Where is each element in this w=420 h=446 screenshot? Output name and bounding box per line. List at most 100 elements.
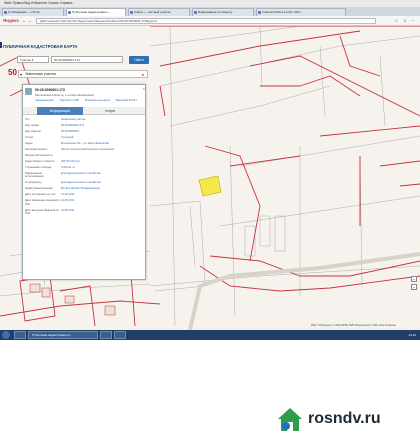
card-link[interactable]: Уведомления (35, 98, 54, 102)
tab-information[interactable]: Информация (37, 107, 83, 115)
attribute-value: 50:26:0060601 (61, 130, 79, 133)
start-button[interactable] (2, 331, 10, 339)
browser-logo[interactable]: Яндекс (3, 18, 19, 23)
card-cadastral-number: 50:26:0060601:173 (35, 88, 65, 92)
nav-arrows-icon[interactable]: ← → (22, 18, 32, 23)
attribute-value: Беляев Михаил Владимирович (61, 187, 100, 191)
close-icon[interactable]: × (143, 86, 145, 91)
search-type-select[interactable]: Участки ▾ (17, 56, 49, 63)
attribute-value: Для ведения дачного хозяйства (61, 181, 101, 185)
attribute-key: Дата постановки на учет (25, 193, 56, 197)
attribute-row: Категория земель Земли сельскохозяйственн… (25, 148, 145, 151)
attribute-row: Кад. квартал 50:26:0060601 (25, 130, 145, 133)
attribute-value: Московская обл., р-н Наро-Фоминский (61, 142, 110, 145)
menu-text[interactable]: Файл Правка Вид Избранное Сервис Справка (4, 1, 72, 5)
attribute-key: Кадастровый инженер (25, 187, 54, 191)
taskbar-item-browser[interactable]: Публичная кадастровая пр... (28, 331, 98, 339)
parcel-info-card: 50:26:0060601:173 Московская область, р-… (22, 84, 146, 280)
tab-services[interactable]: Услуги (87, 107, 133, 115)
results-panel-header[interactable]: ▾ Земельные участки ● (18, 70, 148, 78)
attribute-row: Дата постановки на учет 12.09.2011 (25, 193, 145, 196)
attribute-key: Кадастровая стоимость (25, 160, 55, 163)
attribute-row: Кадастровый инженер Беляев Михаил Владими… (25, 187, 145, 190)
browser-tab-bar: (1) Входящие — Почта Публичная кадастров… (0, 7, 420, 16)
browser-menu-bar: Файл Правка Вид Избранное Сервис Справка (0, 0, 420, 7)
browser-tab-active[interactable]: Публичная кадастровая к... (66, 8, 126, 16)
card-link[interactable]: Перейти к МБ (60, 98, 79, 102)
panel-header-label: Земельные участки (25, 72, 56, 76)
chevron-down-icon[interactable]: ▾ (20, 71, 22, 78)
attribute-row: Разрешенное использование Для ведения дач… (25, 172, 145, 179)
attribute-key: Разрешенное использование (25, 172, 44, 179)
attribute-key: Кад. квартал (25, 130, 41, 133)
zoom-control: + − (411, 276, 417, 316)
attribute-value: 6 000 кв. м (61, 166, 75, 169)
search-button[interactable]: Найти (129, 56, 149, 64)
favicon-icon (130, 11, 133, 14)
attribute-row: Статус Учтенный (25, 136, 145, 139)
attribute-row: по документу Для ведения дачного хозяйств… (25, 181, 145, 184)
card-link[interactable]: Показать на карте (85, 98, 110, 102)
pin-icon[interactable]: ● (142, 71, 144, 78)
favicon-icon (68, 11, 71, 14)
attribute-value: Учтенный (61, 136, 74, 139)
selected-parcel[interactable] (198, 175, 222, 197)
zoom-out-button[interactable]: − (411, 284, 417, 290)
browser-tab[interactable]: Сайты — частный участок (128, 8, 190, 16)
attribute-value: 12.09.2011 (61, 199, 75, 203)
attribute-key: Дата выгрузки сведений из ГКН (25, 208, 59, 216)
attribute-value: 50:26:0060601:173 (61, 124, 85, 127)
url-input[interactable]: pkk5.rosreestr.ru/#x=&y=&z=&app=search&o… (36, 18, 376, 24)
clock: 14:42 (408, 333, 416, 337)
attribute-row: Тип Земельный участок (25, 118, 145, 121)
favicon-icon (194, 11, 197, 14)
card-link[interactable]: Выписка ЕГРН (116, 98, 137, 102)
attribute-row: Дата выгрузки сведений из ГКН 12.09.2011 (25, 209, 145, 216)
map-quarter-label: 50 (8, 68, 17, 77)
card-tabs: Информация Услуги (23, 107, 145, 115)
browser-toolbar-icons[interactable]: ☆ ≡ – (394, 18, 416, 24)
pkk-logo-icon (0, 42, 2, 48)
screenshot: Файл Правка Вид Избранное Сервис Справка… (0, 0, 420, 340)
attribute-row: Форма собственности (25, 154, 145, 157)
attribute-row: Кад. номер 50:26:0060601:173 (25, 124, 145, 127)
attribute-key: Кад. номер (25, 124, 39, 127)
attribute-key: Адрес (25, 142, 33, 145)
taskbar-item[interactable] (100, 331, 112, 339)
attribute-value: 12.09.2011 (61, 208, 75, 212)
cadastral-map[interactable]: ПУБЛИЧНАЯ КАДАСТРОВАЯ КАРТА Участки ▾ 50… (0, 26, 420, 330)
attribute-key: Форма собственности (25, 154, 53, 157)
os-taskbar: Публичная кадастровая пр... 14:42 (0, 330, 420, 340)
zoom-in-button[interactable]: + (411, 276, 417, 282)
house-logo-icon (278, 408, 302, 431)
attribute-key: Дата изменения сведений в ГКН (25, 199, 60, 206)
taskbar-item[interactable] (114, 331, 126, 339)
taskbar-item[interactable] (14, 331, 26, 339)
attribute-row: Адрес Московская обл., р-н Наро-Фоминский (25, 142, 145, 145)
pkk-title: ПУБЛИЧНАЯ КАДАСТРОВАЯ КАРТА (3, 44, 78, 49)
attribute-row: Дата изменения сведений в ГКН 12.09.2011 (25, 199, 145, 206)
favicon-icon (4, 11, 7, 14)
attribute-value: 206 874,00 руб. (61, 160, 81, 163)
attribute-key: Категория земель (25, 148, 48, 151)
attribute-value (61, 154, 143, 157)
browser-tab[interactable]: Участок 0.60 га в СНТ «Лес... (256, 8, 346, 16)
browser-address-bar: Яндекс ← → pkk5.rosreestr.ru/#x=&y=&z=&a… (0, 16, 420, 26)
card-address: Московская область, р-н Наро-Фоминский (35, 93, 94, 97)
attribute-row: Уточненная площадь 6 000 кв. м (25, 166, 145, 169)
search-input[interactable]: 50:26:0060601:173 (51, 56, 123, 63)
attribute-key: Статус (25, 136, 34, 139)
attribute-key: по документу (25, 181, 42, 185)
card-attribute-list: Тип Земельный участок Кад. номер 50:26:0060… (25, 118, 145, 218)
watermark-text: rosndv.ru (308, 410, 381, 427)
parcel-icon (25, 88, 32, 95)
attribute-value: 12.09.2011 (61, 193, 75, 197)
map-attribution: ПКК © Росреестр © 2016 ФГБУ ФКП Росреест… (310, 324, 396, 327)
attribute-key: Тип (25, 118, 30, 121)
attribute-row: Кадастровая стоимость 206 874,00 руб. (25, 160, 145, 163)
browser-tab[interactable]: Информация по объекту (192, 8, 254, 16)
attribute-value: Земли сельскохозяйственного назначения (61, 148, 115, 151)
attribute-value: Для ведения дачного хозяйства (61, 172, 101, 175)
browser-tab[interactable]: (1) Входящие — Почта (2, 8, 64, 16)
favicon-icon (258, 11, 261, 14)
